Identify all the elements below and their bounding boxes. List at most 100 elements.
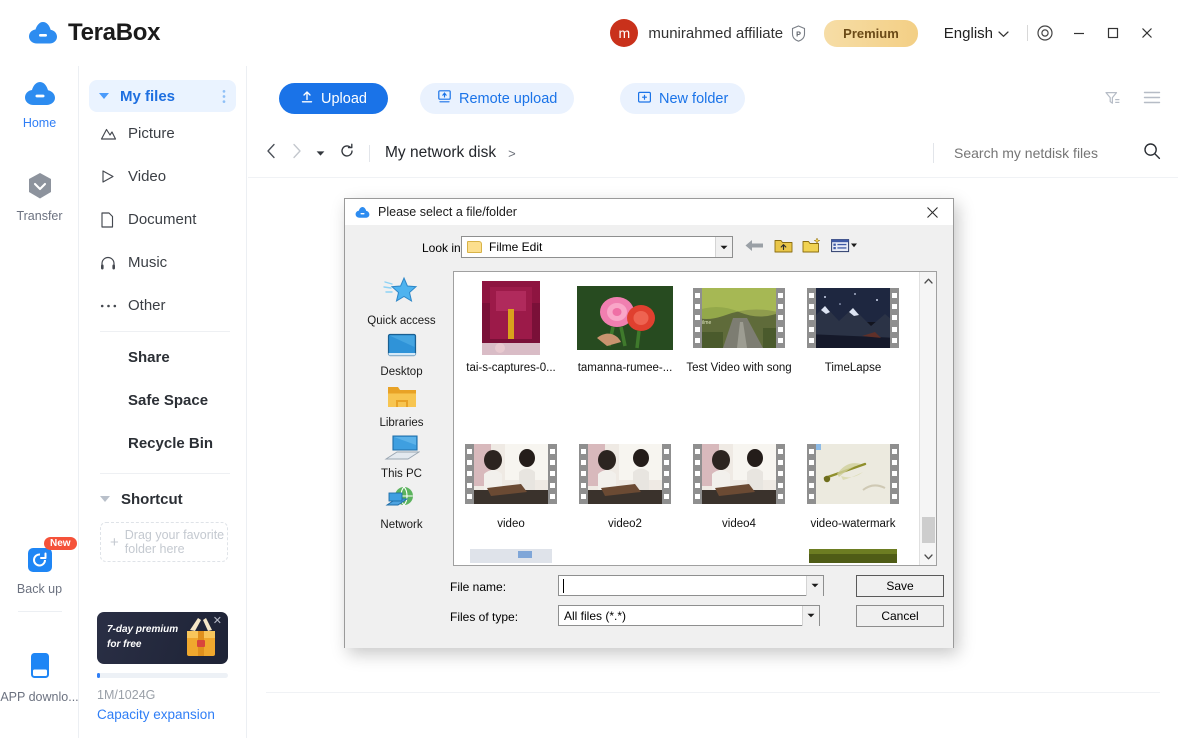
promo-banner[interactable]: 7-day premium for free ✕ [97,612,228,664]
place-label: Quick access [367,315,436,327]
breadcrumb: My network disk > [385,144,516,162]
this-pc-icon [383,435,421,466]
file-item[interactable]: video2 [568,437,682,531]
file-list[interactable]: tai-s-captures-0... tamanna-rumee-... Fi… [453,271,937,566]
close-icon[interactable] [917,200,947,224]
partial-thumbnail [454,549,568,563]
divider [933,143,934,163]
search-icon[interactable] [1143,142,1161,165]
divider [266,692,1160,693]
sidebar-item-my-files[interactable]: My files [89,80,236,112]
file-item[interactable]: tamanna-rumee-... [568,281,682,375]
breadcrumb-item-root[interactable]: My network disk [385,144,496,162]
sidebar-item-document[interactable]: Document [79,198,246,241]
views-icon[interactable] [831,237,858,259]
kebab-menu-icon[interactable] [222,89,226,104]
up-one-level-icon[interactable] [774,237,793,259]
file-name-input[interactable] [558,575,824,596]
brand: TeraBox [28,19,160,47]
scrollbar-thumb[interactable] [922,517,935,543]
dropdown-arrow-icon[interactable] [806,575,823,596]
refresh-icon[interactable] [339,143,355,164]
place-libraries[interactable]: Libraries [358,383,445,429]
premium-button[interactable]: Premium [824,19,918,47]
look-in-combobox[interactable]: Filme Edit [461,236,733,258]
new-folder-button[interactable]: New folder [620,83,746,114]
file-item[interactable]: video4 [682,437,796,531]
place-quick-access[interactable]: Quick access [358,275,445,327]
caret-down-icon[interactable] [316,144,325,162]
dropdown-arrow-icon[interactable] [802,605,819,626]
look-in-label: Look in: [422,241,465,255]
username-label[interactable]: munirahmed affiliate [648,25,783,42]
capacity-expansion-link[interactable]: Capacity expansion [97,707,215,722]
sidebar-item-label: Recycle Bin [128,435,214,452]
place-this-pc[interactable]: This PC [358,434,445,480]
sidebar-item-picture[interactable]: Picture [79,112,246,155]
shortcut-dropzone[interactable]: + Drag your favorite folder here [100,522,228,562]
rail-item-backup[interactable]: New Back up [0,537,79,596]
upload-button[interactable]: Upload [279,83,388,114]
remote-upload-button[interactable]: Remote upload [420,83,575,114]
promo-line1: 7-day premium [107,624,179,635]
save-button[interactable]: Save [856,575,944,597]
chevron-right-icon[interactable] [291,143,302,164]
place-label: Libraries [379,417,424,429]
sidebar-item-share[interactable]: Share [79,336,246,379]
scroll-up-icon[interactable] [920,272,937,289]
files-of-type-combobox[interactable]: All files (*.*) [558,605,820,626]
file-name-label: tamanna-rumee-... [577,362,673,374]
create-new-folder-icon[interactable] [802,237,822,259]
file-item[interactable]: tai-s-captures-0... [454,281,568,375]
other-icon [100,303,122,309]
close-icon[interactable]: ✕ [213,614,222,627]
svg-text:P: P [796,29,801,38]
file-item[interactable]: video-watermark [796,437,910,531]
back-arrow-icon[interactable] [744,237,765,259]
filter-icon[interactable] [1104,90,1121,112]
sidebar-item-video[interactable]: Video [79,155,246,198]
rail-item-transfer[interactable]: Transfer [0,171,79,223]
file-item[interactable]: Filme Test Video with song [682,281,796,375]
caret-down-icon[interactable] [100,496,110,502]
chevron-left-icon[interactable] [266,143,277,164]
file-list-scrollbar[interactable] [919,272,936,565]
rail-item-app-download[interactable]: APP downlo... [0,651,79,705]
premium-p-badge-icon: P [790,24,807,42]
place-label: This PC [381,468,422,480]
place-network[interactable]: Network [358,485,445,531]
dialog-body: Look in: Filme Edit Quick access Desktop… [345,225,953,648]
minimize-icon[interactable] [1062,16,1096,50]
sidebar-section-shortcut[interactable]: Shortcut [79,478,246,520]
language-selector[interactable]: English [944,25,1009,42]
file-item[interactable] [454,549,568,563]
sidebar-item-safe-space[interactable]: Safe Space [79,379,246,422]
breadcrumb-bar: My network disk > [248,129,1178,177]
sidebar-item-music[interactable]: Music [79,241,246,284]
sidebar-item-other[interactable]: Other [79,284,246,327]
caret-down-icon[interactable] [99,93,109,99]
music-icon [100,256,122,270]
look-in-value: Filme Edit [489,240,543,254]
chevron-down-icon [998,25,1009,42]
dropdown-arrow-icon[interactable] [715,237,732,257]
cancel-button[interactable]: Cancel [856,605,944,627]
list-view-icon[interactable] [1143,90,1161,112]
maximize-icon[interactable] [1096,16,1130,50]
file-item[interactable] [796,549,910,563]
place-desktop[interactable]: Desktop [358,332,445,378]
capacity-progress-bar [97,673,228,678]
divider [369,144,370,162]
search-input[interactable] [954,145,1129,161]
rail-item-home[interactable]: Home [0,80,79,130]
file-item[interactable]: video [454,437,568,531]
file-item[interactable]: TimeLapse [796,281,910,375]
window-title-bar: TeraBox m munirahmed affiliate P Premium… [0,0,1178,66]
gear-icon[interactable] [1028,16,1062,50]
avatar[interactable]: m [610,19,639,47]
file-item[interactable] [682,549,796,563]
scroll-down-icon[interactable] [920,548,937,565]
close-icon[interactable] [1130,16,1164,50]
file-item[interactable] [568,549,682,563]
sidebar-item-recycle-bin[interactable]: Recycle Bin [79,422,246,465]
